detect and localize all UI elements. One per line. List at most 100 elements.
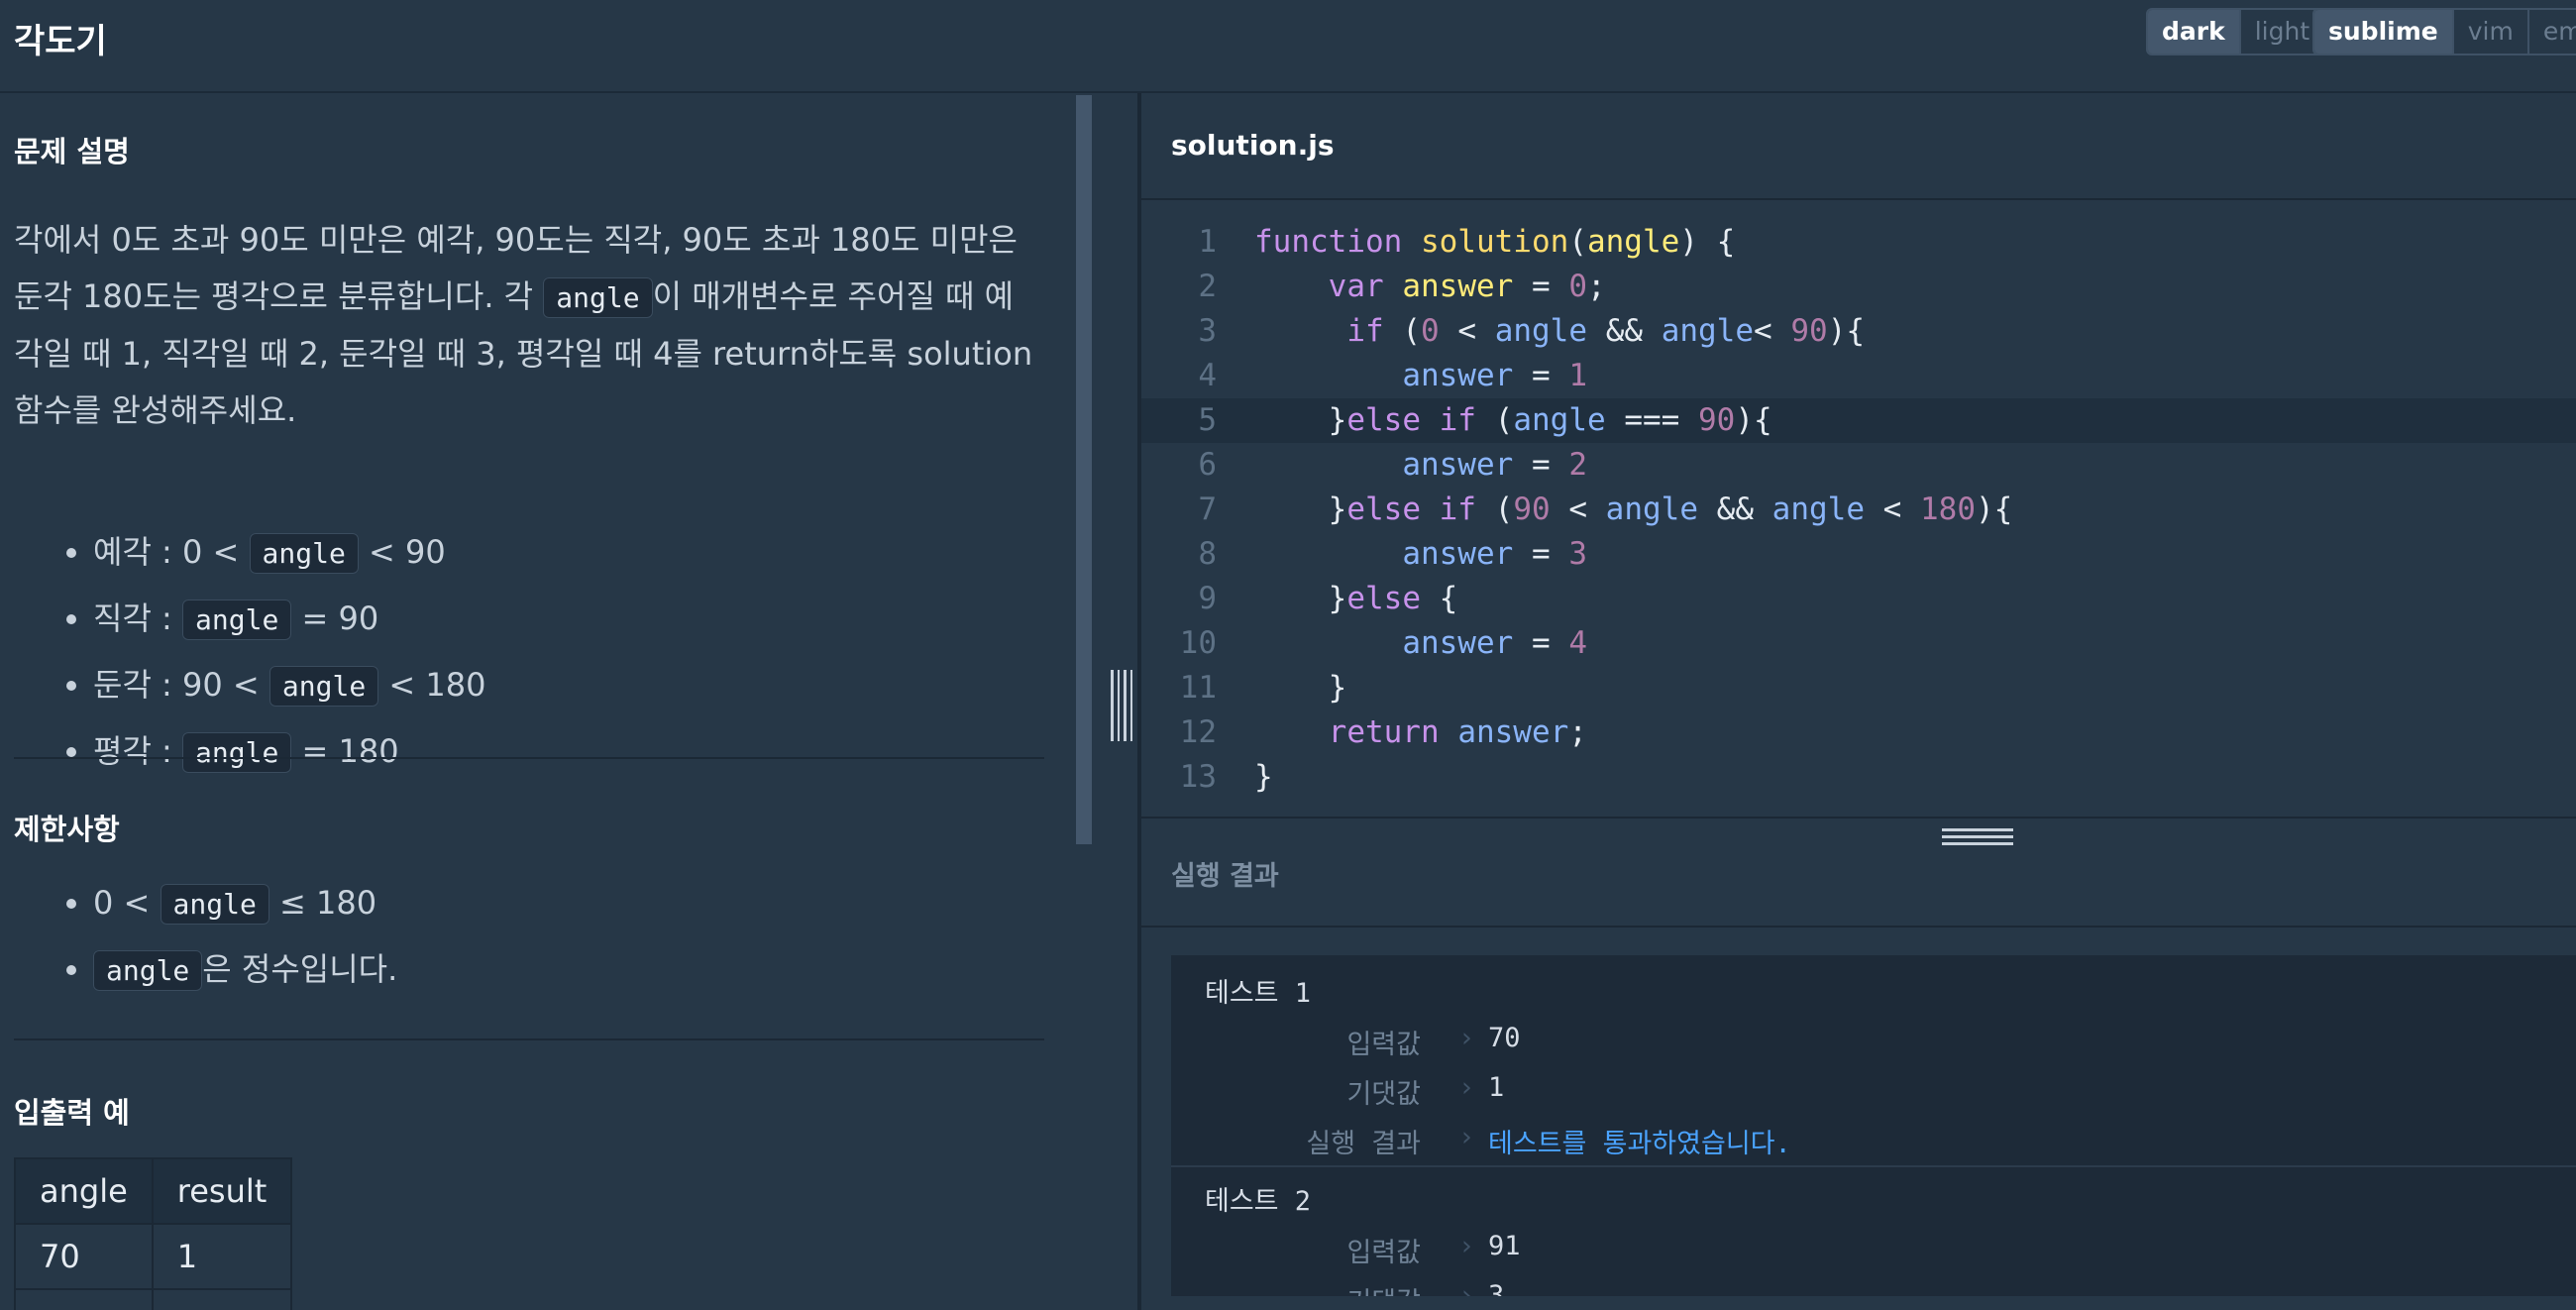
bullet-text: 직각 : xyxy=(93,600,183,637)
editor-resize-handle[interactable] xyxy=(1942,828,2013,845)
code-text: if (0 < angle && angle< 90){ xyxy=(1346,313,1866,349)
panel-resize-handle[interactable] xyxy=(1111,670,1132,741)
code-line-active[interactable]: 5 }else if (angle === 90){ xyxy=(1141,398,2576,443)
bullet-text: 예각 : 0 < xyxy=(93,533,250,571)
theme-toggle: dark light xyxy=(2146,8,2326,55)
list-item: 예각 : 0 < angle < 90 xyxy=(93,519,485,586)
section-divider xyxy=(14,757,1044,759)
code-text: } xyxy=(1254,759,1273,795)
bullet-text: = 90 xyxy=(291,600,379,637)
line-number: 8 xyxy=(1198,536,1217,572)
expected-label: 기댓값 xyxy=(1346,1280,1421,1296)
code-line[interactable]: 6 answer = 2 xyxy=(1141,443,2576,488)
code-line[interactable]: 10 answer = 4 xyxy=(1141,621,2576,666)
code-text: }else { xyxy=(1254,581,1458,616)
bullet-text: 둔각 : 90 < xyxy=(93,666,269,704)
list-item: 0 < angle ≤ 180 xyxy=(93,870,397,936)
code-line[interactable]: 8 answer = 3 xyxy=(1141,532,2576,577)
keymap-vim-button[interactable]: vim xyxy=(2451,10,2527,54)
inline-code: angle xyxy=(182,600,292,640)
bullet-text: 0 < xyxy=(93,884,161,922)
table-cell xyxy=(14,1288,154,1310)
file-tab-solution[interactable]: solution.js xyxy=(1171,129,1335,162)
code-line[interactable]: 7 }else if (90 < angle && angle < 180){ xyxy=(1141,488,2576,532)
theme-dark-button[interactable]: dark xyxy=(2148,10,2239,54)
inline-code: angle xyxy=(249,533,359,574)
code-line[interactable]: 4 answer = 1 xyxy=(1141,354,2576,398)
bullet-text: ≤ 180 xyxy=(268,884,377,922)
code-text: } xyxy=(1254,670,1347,706)
test-divider xyxy=(1171,1165,2576,1167)
top-bar: 각도기 dark light sublime vim emacs xyxy=(0,0,2576,93)
line-number: 12 xyxy=(1179,714,1217,750)
line-number: 3 xyxy=(1198,313,1217,349)
table-cell: 1 xyxy=(151,1223,293,1290)
test-expected-row: 기댓값 › 3 xyxy=(1171,1280,2576,1296)
expected-value: 1 xyxy=(1488,1072,1505,1103)
test-name: 테스트 1 xyxy=(1205,978,1312,1009)
code-text: function solution(angle) { xyxy=(1254,224,1736,260)
code-text: var answer = 0; xyxy=(1328,269,1606,304)
table-header-row: angle result xyxy=(14,1157,293,1225)
chevron-right-icon: › xyxy=(1458,1231,1475,1261)
expected-label: 기댓값 xyxy=(1346,1079,1421,1110)
bullet-text: = 180 xyxy=(291,732,399,770)
result-header: 실행 결과 xyxy=(1141,817,2576,928)
line-number: 2 xyxy=(1198,269,1217,304)
list-item: 직각 : angle = 90 xyxy=(93,586,485,652)
chevron-right-icon: › xyxy=(1458,1280,1475,1296)
keymap-emacs-button[interactable]: emacs xyxy=(2526,10,2576,54)
inline-code: angle xyxy=(268,666,379,707)
bullet-text: < 90 xyxy=(358,533,446,571)
code-line[interactable]: 9 }else { xyxy=(1141,577,2576,621)
result-label: 실행 결과 xyxy=(1306,1129,1421,1159)
code-line[interactable]: 13} xyxy=(1141,755,2576,800)
chevron-right-icon: › xyxy=(1458,1072,1475,1103)
problem-section-title: 문제 설명 xyxy=(14,135,130,168)
input-label: 입력값 xyxy=(1346,1030,1421,1060)
line-number: 9 xyxy=(1198,581,1217,616)
chevron-right-icon: › xyxy=(1458,1122,1475,1152)
code-line[interactable]: 2 var answer = 0; xyxy=(1141,265,2576,309)
line-number: 4 xyxy=(1198,358,1217,393)
code-text: answer = 1 xyxy=(1402,358,1587,393)
result-value: 테스트를 통과하였습니다. xyxy=(1488,1129,1791,1159)
problem-description: 각에서 0도 초과 90도 미만은 예각, 90도는 직각, 90도 초과 18… xyxy=(14,212,1034,439)
list-item: 평각 : angle = 180 xyxy=(93,718,485,785)
input-value: 91 xyxy=(1488,1231,1521,1261)
list-item: angle은 정수입니다. xyxy=(93,936,397,1003)
bullet-text: < 180 xyxy=(378,666,486,704)
line-number: 6 xyxy=(1198,447,1217,483)
keymap-sublime-button[interactable]: sublime xyxy=(2314,10,2452,54)
page-title: 각도기 xyxy=(14,22,107,61)
table-row: 70 1 xyxy=(14,1223,293,1290)
input-value: 70 xyxy=(1488,1023,1521,1053)
code-text: answer = 3 xyxy=(1402,536,1587,572)
code-editor[interactable]: 1 function solution(angle) { 2 var answer… xyxy=(1141,200,2576,817)
code-text: }else if (angle === 90){ xyxy=(1254,402,1772,438)
code-text: answer = 4 xyxy=(1402,625,1587,661)
examples-table: angle result 70 1 xyxy=(14,1157,293,1310)
code-line[interactable]: 3 if (0 < angle && angle< 90){ xyxy=(1141,309,2576,354)
section-divider xyxy=(14,1038,1044,1040)
problem-panel: 문제 설명 각에서 0도 초과 90도 미만은 예각, 90도는 직각, 90도… xyxy=(0,93,1076,1310)
code-line[interactable]: 12 return answer; xyxy=(1141,710,2576,755)
line-number: 11 xyxy=(1179,670,1217,706)
code-line[interactable]: 1 function solution(angle) { xyxy=(1141,220,2576,265)
theme-light-button[interactable]: light xyxy=(2238,10,2323,54)
expected-value: 3 xyxy=(1488,1280,1505,1296)
test-input-row: 입력값 › 70 xyxy=(1171,1023,2576,1062)
line-number: 1 xyxy=(1198,224,1217,260)
angle-type-list: 예각 : 0 < angle < 90 직각 : angle = 90 둔각 :… xyxy=(50,519,485,785)
table-header-cell: result xyxy=(151,1157,293,1225)
table-cell: 70 xyxy=(14,1223,154,1290)
line-number: 10 xyxy=(1179,625,1217,661)
line-number: 7 xyxy=(1198,491,1217,527)
keymap-toggle: sublime vim emacs xyxy=(2312,8,2576,55)
list-item: 둔각 : 90 < angle < 180 xyxy=(93,652,485,718)
problem-scrollbar[interactable] xyxy=(1076,95,1092,844)
editor-tab-bar: solution.js xyxy=(1141,93,2576,200)
line-number: 13 xyxy=(1179,759,1217,795)
test-result-row: 실행 결과 › 테스트를 통과하였습니다. xyxy=(1171,1122,2576,1161)
code-line[interactable]: 11 } xyxy=(1141,666,2576,710)
